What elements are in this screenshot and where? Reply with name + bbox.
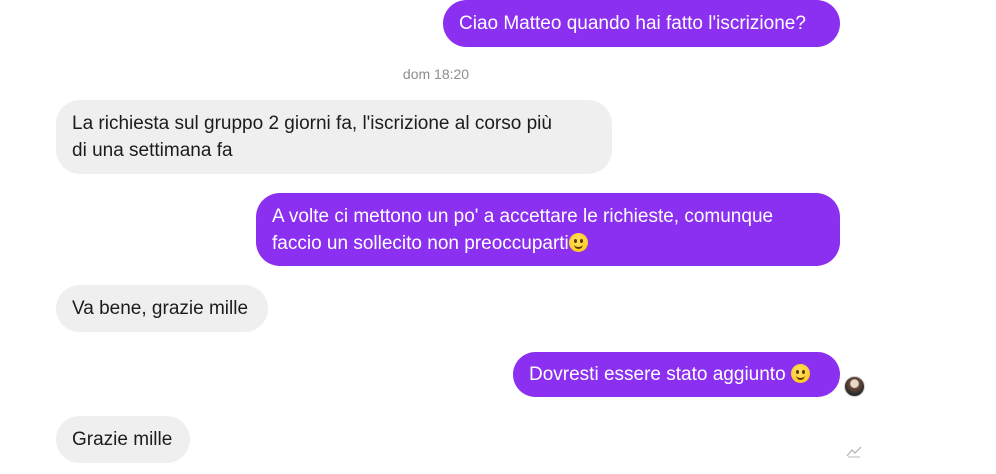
message-text-line2: faccio un sollecito non preoccuparti bbox=[272, 233, 569, 254]
avatar[interactable] bbox=[844, 376, 865, 397]
message-text: Dovresti essere stato aggiunto bbox=[529, 364, 791, 385]
message-text: Grazie mille bbox=[72, 429, 173, 450]
message-text-line2: di una settimana fa bbox=[72, 140, 233, 161]
message-text-line1: La richiesta sul gruppo 2 giorni fa, l'i… bbox=[72, 113, 552, 134]
slightly-smiling-face-icon bbox=[568, 233, 588, 252]
chat-thread: Ciao Matteo quando hai fatto l'iscrizion… bbox=[0, 0, 996, 474]
message-text: Ciao Matteo quando hai fatto l'iscrizion… bbox=[459, 13, 806, 34]
message-received-3[interactable]: Grazie mille bbox=[56, 416, 190, 463]
message-received-2[interactable]: Va bene, grazie mille bbox=[56, 285, 268, 332]
smiling-face-with-smiling-eyes-icon bbox=[790, 364, 810, 383]
message-text-line1: A volte ci mettono un po' a accettare le… bbox=[272, 206, 774, 227]
message-sent-2[interactable]: A volte ci mettono un po' a accettare le… bbox=[256, 193, 840, 266]
message-received-1[interactable]: La richiesta sul gruppo 2 giorni fa, l'i… bbox=[56, 100, 612, 174]
message-sent-3[interactable]: Dovresti essere stato aggiunto bbox=[513, 352, 840, 397]
timestamp: dom 18:20 bbox=[402, 66, 470, 82]
seen-icon bbox=[846, 446, 862, 458]
message-sent-1[interactable]: Ciao Matteo quando hai fatto l'iscrizion… bbox=[443, 0, 840, 47]
message-text: Va bene, grazie mille bbox=[72, 298, 249, 319]
